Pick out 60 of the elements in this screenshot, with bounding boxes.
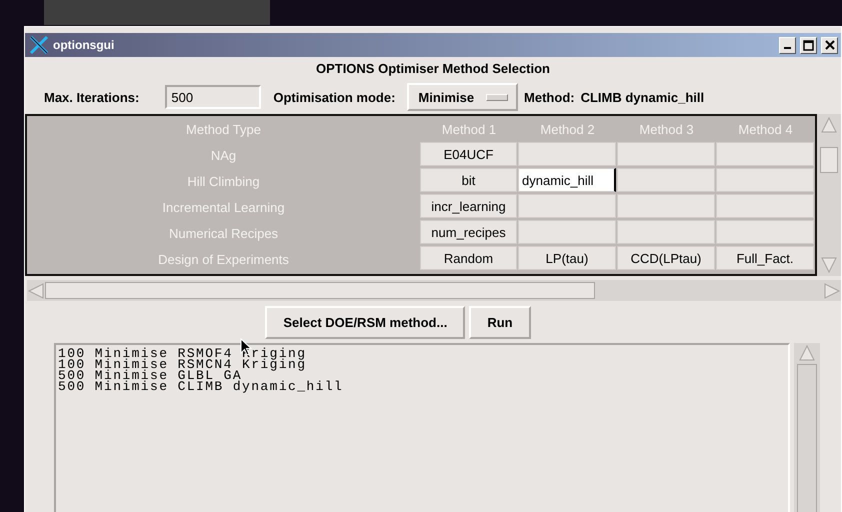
table-cell[interactable] [617, 220, 715, 244]
maximize-button[interactable] [800, 36, 817, 54]
table-cell[interactable] [617, 168, 715, 192]
field-label: Max. Iterations: [44, 90, 140, 104]
table-cell[interactable] [716, 142, 814, 166]
table-cell[interactable] [716, 168, 814, 192]
table-cell[interactable]: incr_learning [420, 194, 517, 218]
cell-input-field[interactable]: dynamic_hill [518, 168, 616, 192]
table-cell[interactable] [518, 220, 616, 244]
select-method-button[interactable]: Select DOE/RSM method... [265, 306, 466, 339]
mode-dropdown[interactable]: Minimise [407, 83, 518, 111]
scroll-left-icon[interactable] [27, 282, 45, 300]
close-button[interactable] [821, 36, 838, 54]
maximize-icon [803, 40, 814, 50]
scroll-right-icon[interactable] [823, 282, 841, 300]
column-header: Method 1 [440, 120, 498, 138]
table-cell[interactable] [518, 142, 616, 166]
window-title: optionsgui [53, 38, 116, 52]
scroll-down-icon[interactable] [820, 256, 838, 274]
vertical-scrollbar[interactable] [817, 114, 841, 276]
vertical-scrollbar[interactable] [794, 343, 820, 512]
log-line: 100 Minimise RSMCN4 Kriging [58, 359, 308, 370]
scroll-up-icon[interactable] [798, 344, 816, 362]
table-cell[interactable] [716, 220, 814, 244]
log-line: 500 Minimise CLIMB dynamic_hill [58, 381, 344, 392]
row-label: Numerical Recipes [168, 224, 280, 243]
table-cell[interactable] [716, 194, 814, 218]
minimize-button[interactable] [779, 36, 796, 54]
table-cell[interactable]: E04UCF [420, 142, 517, 166]
row-label: Hill Climbing [186, 172, 261, 191]
row-label: Design of Experiments [157, 250, 290, 269]
table-cell[interactable] [617, 142, 715, 166]
table-cell[interactable]: num_recipes [420, 220, 517, 244]
table-cell[interactable]: Full_Fact. [716, 246, 814, 270]
table-cell[interactable]: bit [420, 168, 517, 192]
row-label: Incremental Learning [161, 198, 286, 217]
horizontal-scrollbar[interactable] [27, 280, 841, 301]
scroll-up-icon[interactable] [820, 116, 838, 134]
close-icon [824, 40, 834, 50]
column-header: Method 2 [539, 120, 596, 138]
minimize-icon [784, 47, 791, 49]
column-header: Method 4 [737, 120, 794, 138]
column-header: Method Type [185, 120, 262, 139]
table-cell[interactable] [518, 194, 616, 218]
table-cell[interactable]: Random [420, 246, 517, 270]
column-header: Method 3 [638, 120, 695, 138]
table-cell[interactable]: CCD(LPtau) [617, 246, 715, 270]
dialog-heading: OPTIONS Optimiser Method Selection [314, 61, 552, 78]
table-cell[interactable]: LP(tau) [518, 246, 616, 270]
scroll-thumb[interactable] [820, 147, 838, 173]
x-logo-icon [29, 35, 49, 55]
field-label: Optimisation mode: [273, 90, 396, 104]
input-field[interactable]: 500 [165, 85, 262, 109]
field-label: Method: [524, 90, 575, 104]
run-button[interactable]: Run [469, 306, 531, 339]
scroll-thumb[interactable] [797, 364, 817, 512]
method-value: CLIMB dynamic_hill [580, 90, 704, 104]
log-line: 500 Minimise GLBL GA [58, 370, 242, 381]
row-label: NAg [210, 146, 238, 165]
table-cell[interactable] [617, 194, 715, 218]
